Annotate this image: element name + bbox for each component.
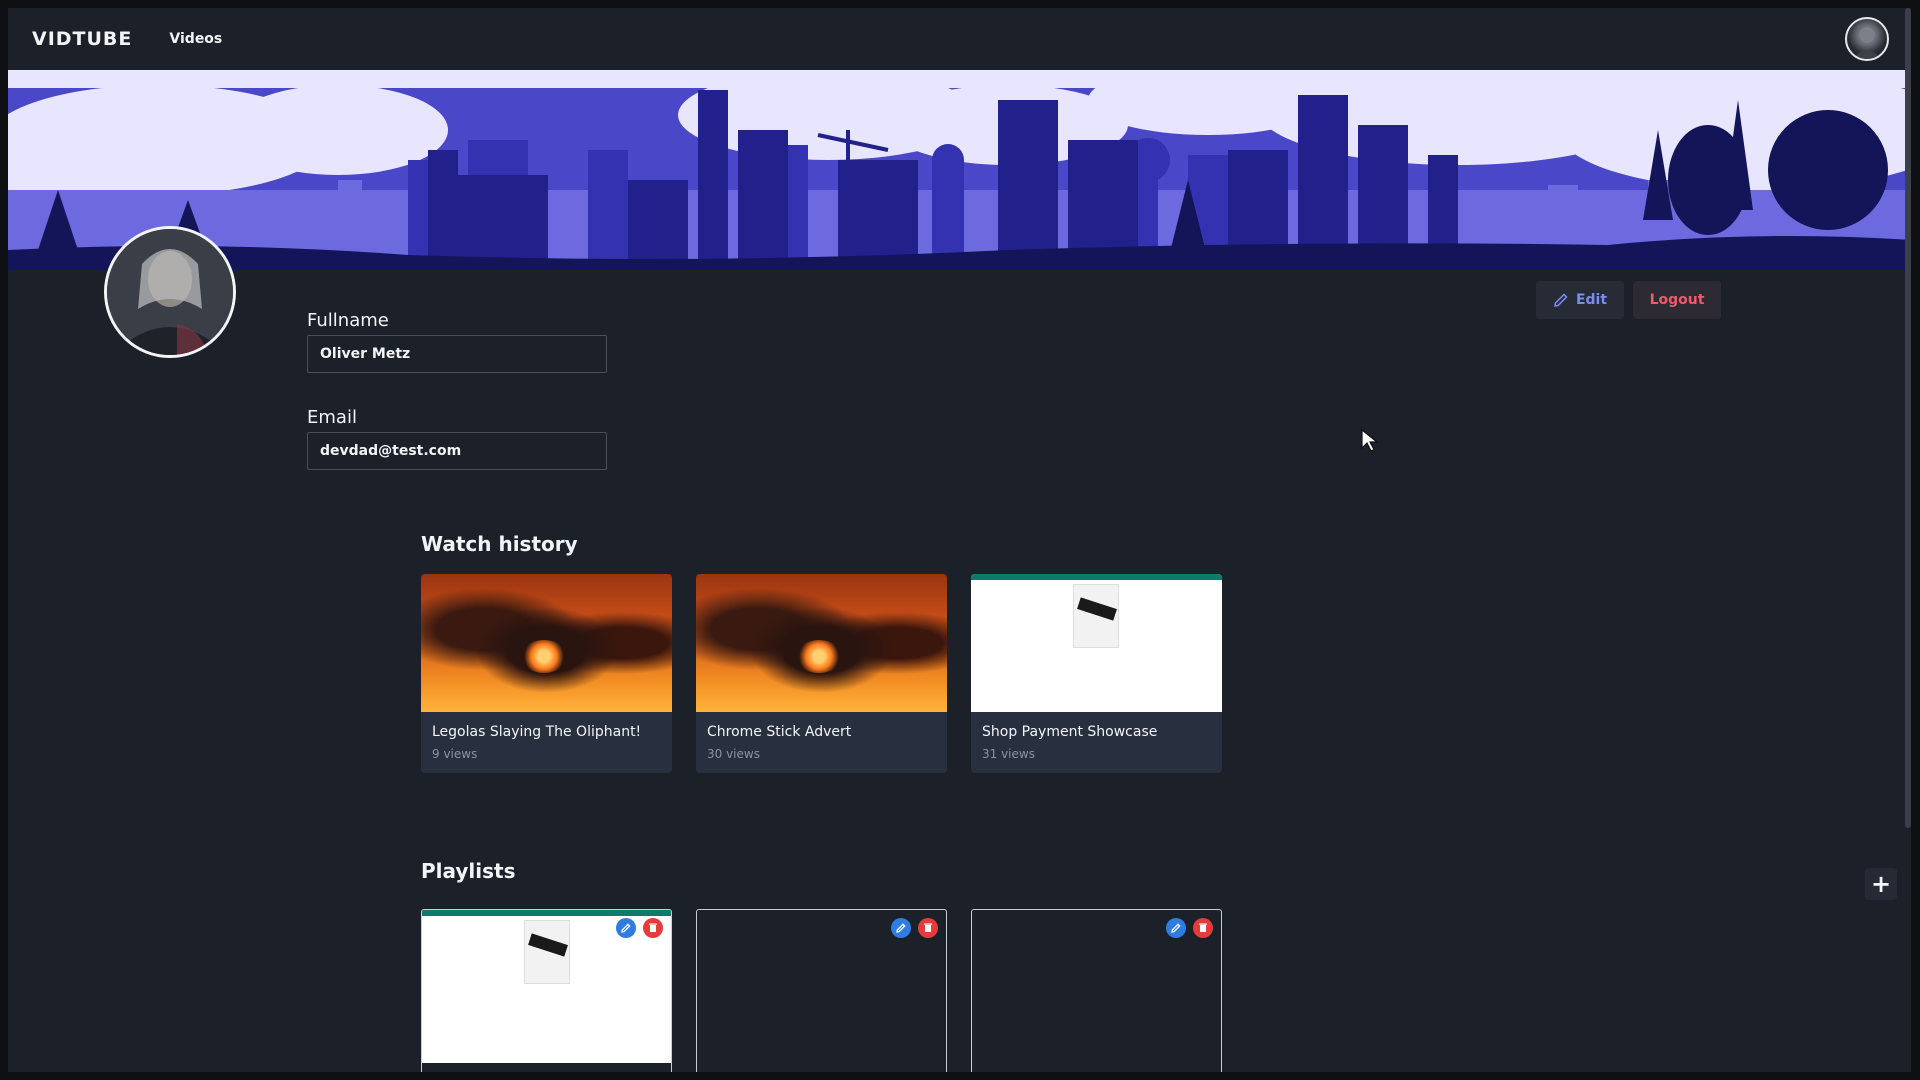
pencil-icon [1554, 293, 1568, 307]
fullname-field[interactable] [307, 335, 607, 373]
video-thumbnail [971, 574, 1222, 712]
trash-icon[interactable] [1193, 918, 1213, 938]
watch-history-title: Watch history [421, 532, 578, 556]
email-label: Email [307, 407, 357, 428]
nav-link-videos[interactable]: Videos [169, 31, 222, 47]
edit-button[interactable]: Edit [1536, 281, 1624, 319]
brand-logo[interactable]: VIDTUBE [32, 28, 132, 50]
top-navbar: VIDTUBE Videos [8, 8, 1911, 70]
video-card[interactable]: Legolas Slaying The Oliphant! 9 views [421, 574, 672, 773]
edit-icon[interactable] [891, 918, 911, 938]
vertical-scrollbar[interactable] [1905, 8, 1911, 828]
logout-button[interactable]: Logout [1633, 281, 1721, 319]
playlists-title: Playlists [421, 859, 516, 883]
trash-icon[interactable] [918, 918, 938, 938]
email-field[interactable] [307, 432, 607, 470]
mouse-cursor-icon [1360, 428, 1380, 456]
trash-icon[interactable] [643, 918, 663, 938]
video-thumbnail [421, 574, 672, 712]
video-title: Legolas Slaying The Oliphant! [432, 724, 642, 740]
playlist-card[interactable] [696, 909, 947, 1072]
video-title: Shop Payment Showcase [982, 724, 1158, 740]
video-card[interactable]: Chrome Stick Advert 30 views [696, 574, 947, 773]
app-window: VIDTUBE Videos Fullname Oliver Metz Emai… [8, 8, 1911, 1072]
video-views: 30 views [707, 747, 760, 761]
logout-label: Logout [1649, 292, 1705, 308]
user-avatar-icon[interactable] [1845, 17, 1889, 61]
profile-avatar[interactable] [104, 226, 236, 358]
playlist-card[interactable] [421, 909, 672, 1072]
video-title: Chrome Stick Advert [707, 724, 852, 740]
plus-icon[interactable]: + [1865, 868, 1897, 900]
video-views: 31 views [982, 747, 1035, 761]
video-card[interactable]: Shop Payment Showcase 31 views [971, 574, 1222, 773]
edit-label: Edit [1575, 292, 1608, 308]
playlist-card[interactable] [971, 909, 1222, 1072]
edit-icon[interactable] [1166, 918, 1186, 938]
edit-icon[interactable] [616, 918, 636, 938]
video-views: 9 views [432, 747, 478, 761]
fullname-label: Fullname [307, 310, 389, 331]
video-thumbnail [696, 574, 947, 712]
profile-banner [8, 70, 1911, 270]
